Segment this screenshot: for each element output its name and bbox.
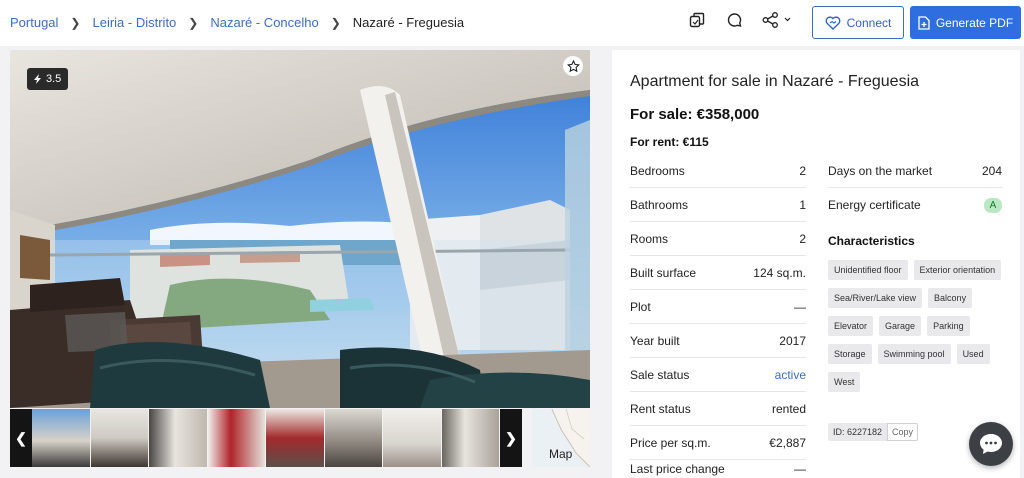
listing-id: ID: 6227182 Copy	[828, 423, 919, 441]
detail-label: Rooms	[630, 231, 669, 246]
connect-button-label: Connect	[846, 15, 892, 30]
characteristic-tag: Parking	[927, 316, 970, 336]
breadcrumb-link-portugal[interactable]: Portugal	[10, 15, 58, 30]
detail-label: Year built	[630, 333, 680, 348]
detail-label: Sale status	[630, 367, 690, 382]
energy-badge: A	[984, 197, 1002, 213]
thumbnail[interactable]	[149, 409, 207, 467]
detail-value: 124 sq.m.	[753, 265, 806, 280]
characteristic-tag: Used	[956, 344, 990, 364]
favorite-button[interactable]	[563, 56, 583, 76]
detail-label: Price per sq.m.	[630, 435, 711, 450]
detail-label: Rent status	[630, 401, 691, 416]
detail-row-sale-status: Sale status active	[630, 358, 806, 392]
characteristic-tag: Garage	[879, 316, 922, 336]
thumbnail-next-button[interactable]: ❯	[500, 409, 522, 467]
detail-row-price-per-sqm: Price per sq.m. €2,887	[630, 426, 806, 460]
copy-id-button[interactable]: Copy	[887, 423, 919, 441]
characteristic-tag: Balcony	[928, 288, 973, 308]
chevron-right-icon: ❯	[330, 15, 341, 30]
map-label: Map	[549, 447, 573, 461]
characteristic-tag: Unidentified floor	[828, 260, 908, 280]
balcony-photo	[10, 50, 590, 408]
detail-label: Bedrooms	[630, 163, 685, 178]
detail-value: 1	[799, 197, 806, 212]
detail-row-energy-certificate: Energy certificate A	[828, 188, 1002, 222]
score-value: 3.5	[46, 73, 62, 85]
detail-row-built-surface: Built surface 124 sq.m.	[630, 256, 806, 290]
chat-bubble-icon	[980, 434, 1002, 454]
listing-title: Apartment for sale in Nazaré - Freguesia	[630, 73, 920, 90]
detail-row-last-price-change: Last price change —	[630, 458, 806, 478]
connect-button[interactable]: Connect	[812, 6, 904, 39]
generate-pdf-button[interactable]: Generate PDF	[910, 6, 1021, 39]
characteristic-tag: Elevator	[828, 316, 874, 336]
comment-icon[interactable]	[724, 10, 744, 30]
characteristic-tag: Swimming pool	[877, 344, 951, 364]
detail-row-rooms: Rooms 2	[630, 222, 806, 256]
detail-row-rent-status: Rent status rented	[630, 392, 806, 426]
detail-value: —	[794, 299, 806, 314]
characteristic-tag: Exterior orientation	[913, 260, 1002, 280]
thumbnail[interactable]	[324, 409, 382, 467]
detail-label: Built surface	[630, 265, 697, 280]
characteristics-tags: Unidentified floor Exterior orientation …	[828, 260, 1014, 392]
detail-row-year-built: Year built 2017	[630, 324, 806, 358]
breadcrumb-current: Nazaré - Freguesia	[352, 15, 465, 30]
share-icon[interactable]	[760, 10, 794, 30]
thumbnail[interactable]	[207, 409, 265, 467]
generate-pdf-label: Generate PDF	[935, 15, 1014, 30]
listing-panel: Apartment for sale in Nazaré - Freguesia…	[612, 50, 1020, 478]
sale-price: For sale: €358,000	[630, 106, 760, 123]
characteristic-tag: Storage	[828, 344, 872, 364]
thumbnail-strip: ❮ ❯ Map	[10, 409, 590, 467]
detail-label: Energy certificate	[828, 198, 921, 212]
thumbnail[interactable]	[32, 409, 90, 467]
chat-button[interactable]	[969, 422, 1013, 466]
duplicate-icon[interactable]	[687, 10, 707, 30]
characteristic-tag: West	[828, 372, 861, 392]
detail-value: —	[794, 462, 806, 476]
lightning-icon	[34, 74, 41, 84]
score-badge: 3.5	[27, 68, 69, 90]
map-thumbnail[interactable]: Map	[532, 409, 590, 467]
listing-id-value: ID: 6227182	[828, 423, 888, 441]
breadcrumb-link-distrito[interactable]: Leiria - Distrito	[92, 15, 176, 30]
rent-price: For rent: €115	[630, 135, 709, 149]
top-bar: Portugal ❯ Leiria - Distrito ❯ Nazaré - …	[0, 0, 1024, 46]
detail-label: Plot	[630, 299, 651, 314]
sale-status-link[interactable]: active	[775, 368, 806, 382]
detail-value: 2	[799, 231, 806, 246]
heart-handshake-icon	[825, 15, 841, 30]
detail-row-bedrooms: Bedrooms 2	[630, 154, 806, 188]
main-photo[interactable]: 3.5	[10, 50, 590, 408]
detail-value: 2	[799, 163, 806, 178]
detail-row-plot: Plot —	[630, 290, 806, 324]
thumbnail[interactable]	[266, 409, 324, 467]
detail-label: Days on the market	[828, 163, 933, 178]
detail-row-bathrooms: Bathrooms 1	[630, 188, 806, 222]
characteristic-tag: Sea/River/Lake view	[828, 288, 923, 308]
chevron-right-icon: ❯	[505, 429, 517, 446]
thumbnail[interactable]	[441, 409, 499, 467]
characteristics-title: Characteristics	[828, 234, 915, 248]
detail-row-days-on-market: Days on the market 204	[828, 154, 1002, 188]
chevron-right-icon: ❯	[70, 15, 81, 30]
chevron-left-icon: ❮	[15, 429, 27, 446]
thumbnail[interactable]	[383, 409, 441, 467]
thumbnail[interactable]	[90, 409, 148, 467]
thumbnail-prev-button[interactable]: ❮	[10, 409, 32, 467]
document-plus-icon	[918, 15, 930, 30]
detail-value: 204	[981, 163, 1002, 178]
detail-label: Last price change	[630, 462, 725, 476]
chevron-right-icon: ❯	[188, 15, 199, 30]
detail-value: rented	[771, 401, 806, 416]
breadcrumb-link-concelho[interactable]: Nazaré - Concelho	[210, 15, 318, 30]
star-icon	[566, 59, 580, 72]
breadcrumb: Portugal ❯ Leiria - Distrito ❯ Nazaré - …	[10, 15, 464, 30]
detail-label: Bathrooms	[630, 197, 689, 212]
detail-value: 2017	[779, 333, 806, 348]
detail-value: €2,887	[769, 435, 806, 450]
